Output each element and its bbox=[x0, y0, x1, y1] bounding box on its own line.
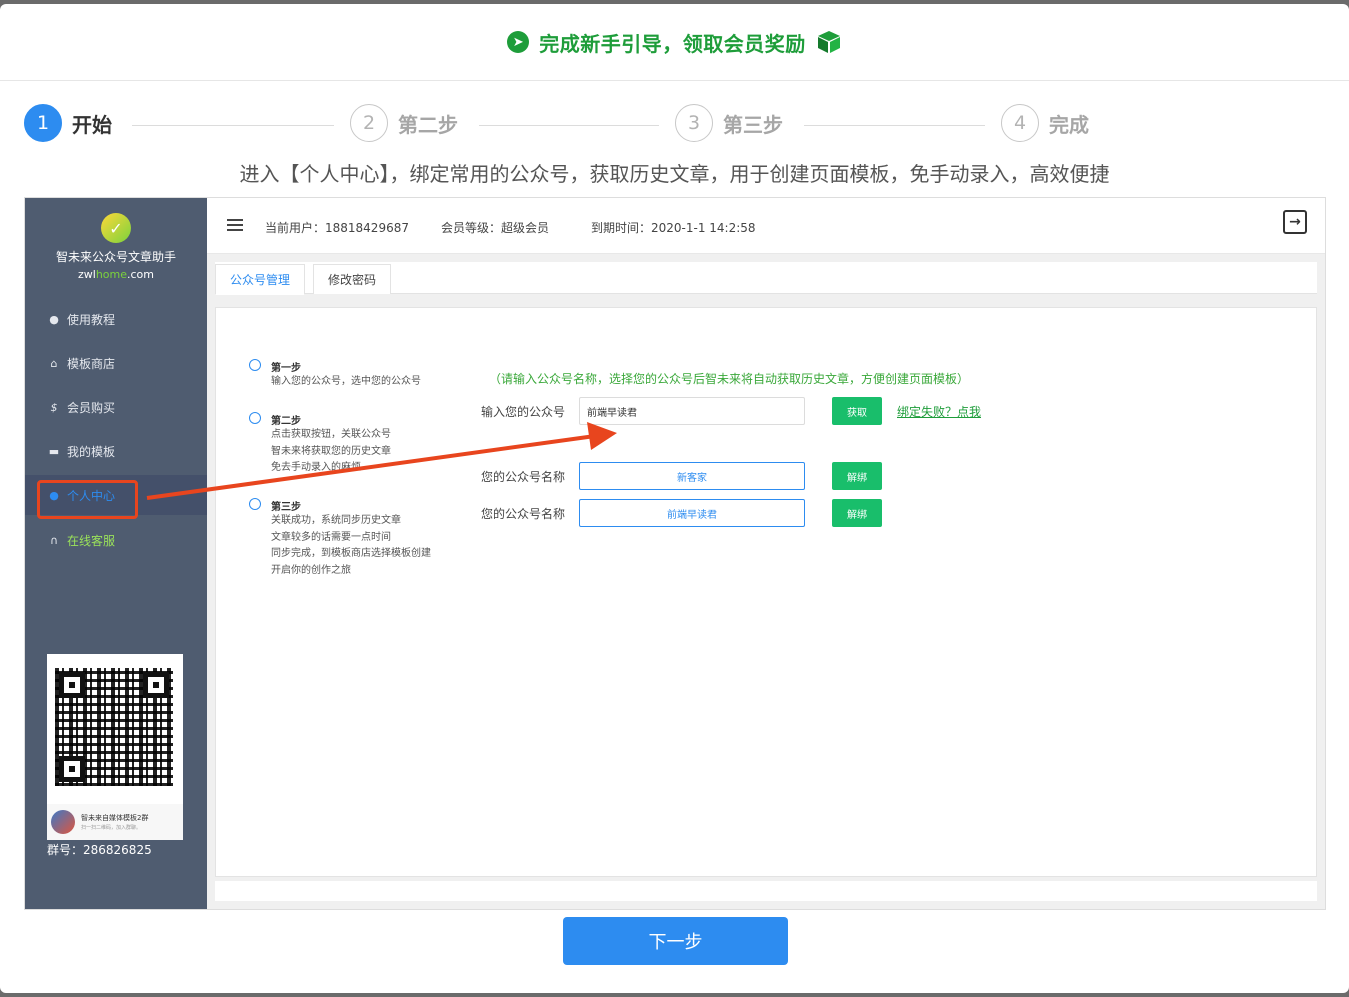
timeline-title: 第三步 bbox=[271, 502, 301, 513]
qr-footer: 智未来自媒体模板2群 扫一扫二维码，加入群聊。 bbox=[47, 804, 183, 840]
app-preview-screenshot: ✓ 智未来公众号文章助手 zwlhome.com ● 使用教程 ⌂ 模板商店 $ 会员… bbox=[24, 197, 1326, 910]
step-2: 2 第二步 bbox=[350, 104, 458, 142]
account-panel: 第一步 输入您的公众号，选中您的公众号 第二步 点击获取按钮，关联公众号 智未来… bbox=[215, 307, 1317, 877]
timeline-dot bbox=[249, 498, 261, 510]
group-number: 群号：286826825 bbox=[47, 843, 152, 857]
timeline-dot bbox=[249, 412, 261, 424]
step-number: 1 bbox=[24, 104, 62, 142]
topbar: 当前用户：18818429687 会员等级：超级会员 到期时间：2020-1-1… bbox=[207, 198, 1325, 254]
send-icon: ➤ bbox=[507, 31, 530, 53]
step-connector bbox=[479, 125, 659, 126]
hint-text: （请输入公众号名称，选择您的公众号后智未来将自动获取历史文章，方便创建页面模板） bbox=[489, 372, 970, 386]
panel-footer bbox=[215, 881, 1317, 901]
step-label: 开始 bbox=[72, 112, 112, 137]
step-label: 第三步 bbox=[723, 112, 783, 137]
modal-title: 完成新手引导，领取会员奖励 bbox=[539, 31, 806, 56]
step-number: 3 bbox=[675, 104, 713, 142]
timeline-title: 第一步 bbox=[271, 363, 301, 374]
sidebar-item-store[interactable]: ⌂ 模板商店 bbox=[25, 343, 207, 383]
brand-name: 智未来公众号文章助手 bbox=[55, 250, 176, 264]
account-item[interactable]: 新客家 bbox=[579, 462, 805, 490]
cube-icon bbox=[817, 31, 840, 53]
member-level: 会员等级：超级会员 bbox=[441, 221, 550, 235]
menu-icon[interactable] bbox=[227, 219, 243, 231]
bind-fail-link[interactable]: 绑定失败？点我 bbox=[897, 403, 981, 420]
account-item[interactable]: 前端早读君 bbox=[579, 499, 805, 527]
next-step-button[interactable]: 下一步 bbox=[563, 917, 788, 965]
tab-bar: 公众号管理 修改密码 bbox=[215, 262, 1317, 295]
group-name: 智未来自媒体模板2群 bbox=[81, 814, 149, 822]
unbind-button[interactable]: 解绑 bbox=[832, 462, 882, 490]
sidebar-item-purchase[interactable]: $ 会员购买 bbox=[25, 387, 207, 427]
logo-icon: ✓ bbox=[101, 213, 131, 243]
timeline-text: 免去手动录入的麻烦 bbox=[271, 462, 361, 473]
sidebar-item-support[interactable]: ∩ 在线客服 bbox=[25, 520, 207, 560]
current-user: 当前用户：18818429687 bbox=[265, 221, 409, 235]
step-connector bbox=[132, 125, 334, 126]
sidebar-item-tutorial[interactable]: ● 使用教程 bbox=[25, 299, 207, 339]
tab-change-password[interactable]: 修改密码 bbox=[313, 264, 392, 294]
template-icon: ▬ bbox=[48, 444, 60, 458]
timeline-text: 同步完成，到模板商店选择模板创建 bbox=[271, 548, 431, 559]
account-search-input[interactable]: 前端早读君 bbox=[579, 397, 805, 425]
step-connector bbox=[804, 125, 985, 126]
headset-icon: ∩ bbox=[49, 533, 59, 547]
account-label: 您的公众号名称 bbox=[481, 507, 566, 521]
timeline-text: 开启你的创作之旅 bbox=[271, 565, 351, 576]
guide-modal: ➤ 完成新手引导，领取会员奖励 1 开始 2 第二步 3 第三步 4 完成 进入… bbox=[0, 4, 1349, 993]
home-icon: ⌂ bbox=[50, 356, 58, 370]
expire-time: 到期时间：2020-1-1 14:2:58 bbox=[591, 221, 756, 235]
step-number: 2 bbox=[350, 104, 388, 142]
brand-domain: zwlhome.com bbox=[77, 268, 154, 281]
timeline-text: 关联成功，系统同步历史文章 bbox=[271, 515, 401, 526]
step-4: 4 完成 bbox=[1001, 104, 1089, 142]
highlight-box bbox=[37, 480, 138, 519]
step-3: 3 第三步 bbox=[675, 104, 783, 142]
timeline-text: 文章较多的话需要一点时间 bbox=[271, 532, 391, 543]
sidebar: ✓ 智未来公众号文章助手 zwlhome.com ● 使用教程 ⌂ 模板商店 $ 会员… bbox=[25, 198, 207, 909]
unbind-button[interactable]: 解绑 bbox=[832, 499, 882, 527]
step-label: 第二步 bbox=[398, 112, 458, 137]
account-label: 您的公众号名称 bbox=[481, 470, 566, 484]
stepper: 1 开始 2 第二步 3 第三步 4 完成 bbox=[24, 104, 1334, 148]
timeline-text: 输入您的公众号，选中您的公众号 bbox=[271, 376, 421, 387]
dollar-icon: $ bbox=[50, 400, 58, 414]
timeline-text: 点击获取按钮，关联公众号 bbox=[271, 429, 391, 440]
step-1: 1 开始 bbox=[24, 104, 112, 142]
timeline-dot bbox=[249, 359, 261, 371]
timeline-title: 第二步 bbox=[271, 416, 301, 427]
step-number: 4 bbox=[1001, 104, 1039, 142]
logout-icon[interactable]: → bbox=[1283, 210, 1307, 234]
fetch-button[interactable]: 获取 bbox=[832, 397, 882, 425]
timeline-text: 智未来将获取您的历史文章 bbox=[271, 446, 391, 457]
question-icon: ● bbox=[49, 312, 59, 326]
avatar bbox=[51, 810, 75, 834]
step-label: 完成 bbox=[1049, 112, 1089, 137]
qr-card: 智未来自媒体模板2群 扫一扫二维码，加入群聊。 bbox=[47, 654, 183, 840]
sidebar-item-templates[interactable]: ▬ 我的模板 bbox=[25, 431, 207, 471]
group-sub: 扫一扫二维码，加入群聊。 bbox=[81, 825, 142, 831]
step-description: 进入【个人中心】，绑定常用的公众号，获取历史文章，用于创建页面模板，免手动录入，… bbox=[239, 162, 1110, 186]
input-label: 输入您的公众号 bbox=[481, 405, 566, 419]
qr-code bbox=[55, 668, 173, 786]
modal-header: ➤ 完成新手引导，领取会员奖励 bbox=[0, 4, 1349, 81]
tab-account-manage[interactable]: 公众号管理 bbox=[215, 264, 306, 295]
